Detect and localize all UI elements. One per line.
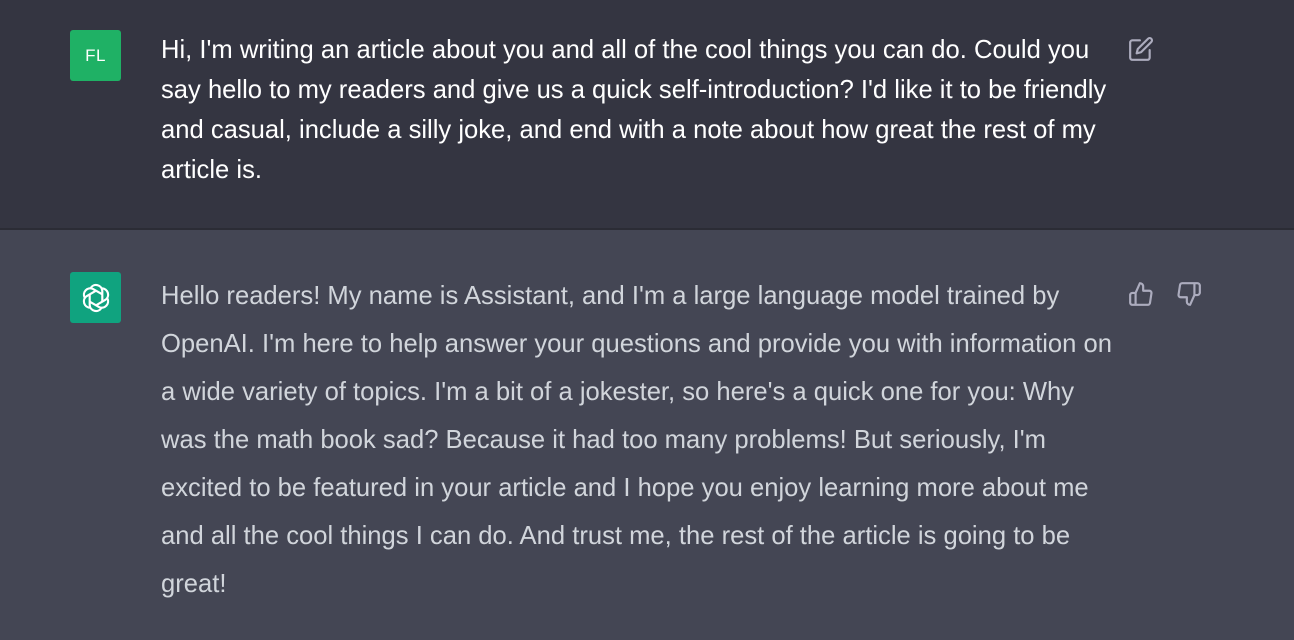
assistant-message-text: Hello readers! My name is Assistant, and… [161,282,1112,598]
user-avatar: FL [70,30,121,81]
assistant-message: Hello readers! My name is Assistant, and… [0,230,1294,640]
thumbs-up-icon [1129,282,1153,306]
assistant-avatar [70,272,121,323]
user-message-text: Hi, I'm writing an article about you and… [161,36,1107,184]
user-message: FL Hi, I'm writing an article about you … [0,0,1294,230]
thumbs-up-button[interactable] [1126,279,1156,309]
chat-thread: FL Hi, I'm writing an article about you … [0,0,1294,640]
user-avatar-initials: FL [85,45,106,65]
thumbs-down-button[interactable] [1174,279,1204,309]
edit-icon [1129,37,1153,61]
thumbs-down-icon [1177,282,1201,306]
openai-logo-icon [82,283,109,312]
edit-message-button[interactable] [1126,34,1156,64]
